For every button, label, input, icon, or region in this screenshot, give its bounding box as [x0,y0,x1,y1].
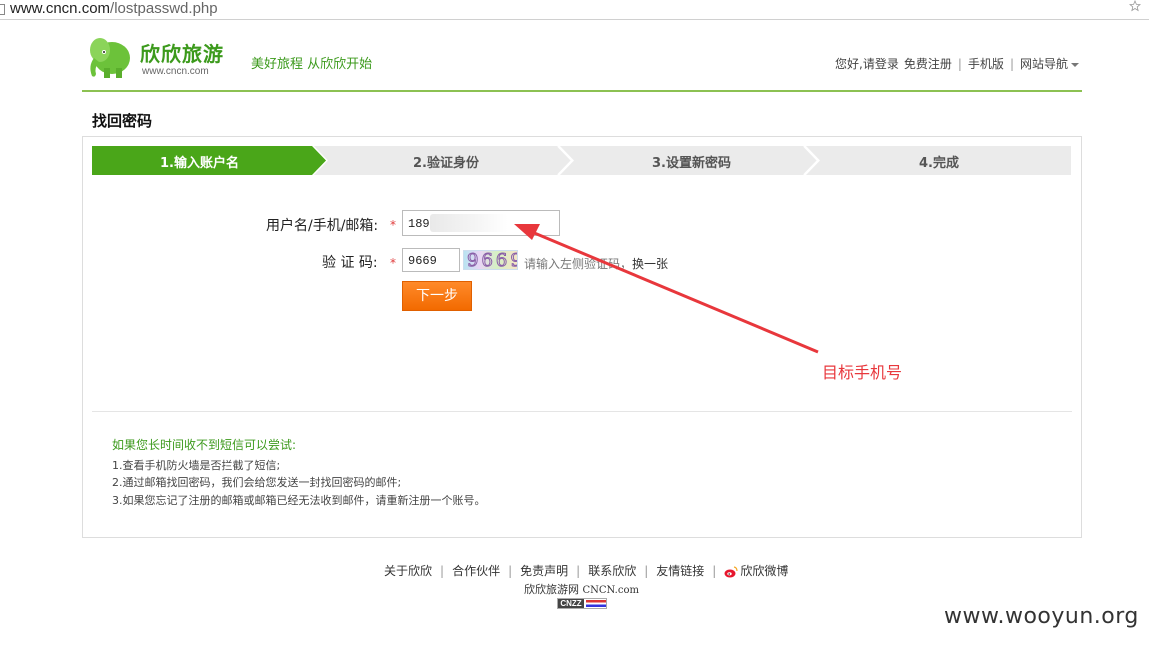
site-logo[interactable]: 欣欣旅游 www.cncn.com [86,32,236,82]
captcha-hint: 请输入左侧验证码，换一张 [524,257,669,271]
step-3-label: 3.设置新密码 [652,156,731,171]
mobile-link[interactable]: 手机版 [968,55,1004,72]
page-icon [0,4,5,15]
step-progress: 1.输入账户名 2.验证身份 3.设置新密码 4.完成 [92,146,1071,175]
brand-domain: www.cncn.com [142,66,209,77]
required-mark: * [390,256,396,270]
step-2-label: 2.验证身份 [413,156,479,171]
nav-separator: | [1009,56,1014,71]
redacted-blur [430,214,508,232]
tip-item: 1.查看手机防火墙是否拦截了短信; [112,459,281,472]
footer-link-contact[interactable]: 联系欣欣 [588,562,636,579]
captcha-image[interactable]: 9669 [463,250,518,270]
weibo-icon [724,565,738,577]
step-4-label: 4.完成 [919,156,959,171]
footer-link-partners[interactable]: 合作伙伴 [452,562,500,579]
tips-title: 如果您长时间收不到短信可以尝试: [112,438,297,452]
site-nav-menu[interactable]: 网站导航 [1020,55,1079,72]
next-step-button[interactable]: 下一步 [402,281,472,311]
cnzz-badge[interactable]: CNZZ [557,598,607,609]
footer-link-disclaimer[interactable]: 免责声明 [520,562,568,579]
panel-divider [92,411,1072,412]
brand-name: 欣欣旅游 [140,42,224,66]
address-bar[interactable]: www.cncn.com/lostpasswd.php [0,0,1149,20]
slogan: 美好旅程 从欣欣开始 [251,57,373,72]
username-label: 用户名/手机/邮箱: [266,218,379,234]
footer-link-weibo[interactable]: 欣欣微博 [724,562,788,579]
page-title: 找回密码 [92,112,153,130]
footer-site: 欣欣旅游网 CNCN.com [524,583,639,596]
captcha-input[interactable]: 9669 [402,248,460,272]
tip-item: 2.通过邮箱找回密码，我们会给您发送一封找回密码的邮件; [112,476,402,489]
footer-link-friends[interactable]: 友情链接 [656,562,704,579]
footer-link-about[interactable]: 关于欣欣 [384,562,432,579]
step-1-label: 1.输入账户名 [160,156,239,171]
required-mark: * [390,218,396,232]
refresh-captcha-link[interactable]: 换一张 [632,257,668,271]
top-nav: 您好, 请登录 免费注册 | 手机版 | 网站导航 [835,55,1079,72]
url-text[interactable]: www.cncn.com/lostpasswd.php [10,0,218,18]
register-link[interactable]: 免费注册 [904,55,952,72]
chevron-down-icon [1071,62,1079,67]
annotation-label: 目标手机号 [822,363,903,382]
watermark: www.wooyun.org [944,604,1139,629]
elephant-logo-icon [90,38,130,78]
captcha-label: 验 证 码: [322,255,378,271]
header-divider [82,90,1082,92]
bookmark-star-icon[interactable] [1129,0,1141,12]
greeting: 您好, [835,57,863,71]
login-link[interactable]: 请登录 [863,55,899,72]
nav-separator: | [957,56,962,71]
tip-item: 3.如果您忘记了注册的邮箱或邮箱已经无法收到邮件，请重新注册一个账号。 [112,494,486,507]
